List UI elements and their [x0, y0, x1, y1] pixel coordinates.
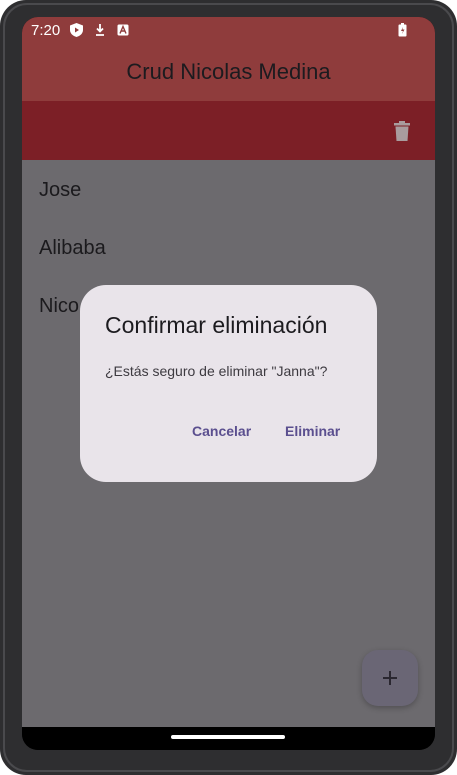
confirm-delete-button[interactable]: Eliminar — [285, 423, 340, 439]
phone-frame: 7:20 Crud Nicolas Medina Jose Alibaba Ni… — [0, 0, 457, 775]
download-arrow-icon — [93, 23, 107, 37]
status-time: 7:20 — [31, 22, 61, 39]
cancel-button[interactable]: Cancelar — [192, 423, 251, 439]
delete-button[interactable] — [391, 120, 413, 142]
phone-screen: 7:20 Crud Nicolas Medina Jose Alibaba Ni… — [22, 17, 435, 750]
list-item[interactable]: Nico — [39, 295, 79, 318]
app-bar: Crud Nicolas Medina — [22, 45, 435, 101]
plus-icon — [383, 671, 397, 685]
home-gesture-handle[interactable] — [171, 735, 285, 739]
add-item-fab[interactable] — [362, 650, 418, 706]
battery-icon — [395, 23, 409, 37]
app-title: Crud Nicolas Medina — [126, 59, 331, 84]
a-notification-icon — [116, 23, 130, 37]
system-nav-bar — [22, 727, 435, 750]
dialog-message: ¿Estás seguro de eliminar "Janna"? — [105, 363, 328, 379]
trash-icon — [394, 121, 410, 141]
list-item[interactable]: Jose — [39, 179, 81, 202]
list-item[interactable]: Alibaba — [39, 237, 106, 260]
confirm-delete-dialog: Confirmar eliminación ¿Estás seguro de e… — [80, 285, 377, 482]
dialog-title: Confirmar eliminación — [105, 312, 328, 338]
shield-play-icon — [69, 23, 83, 37]
status-bar: 7:20 — [22, 17, 435, 45]
selection-action-bar — [22, 101, 435, 160]
